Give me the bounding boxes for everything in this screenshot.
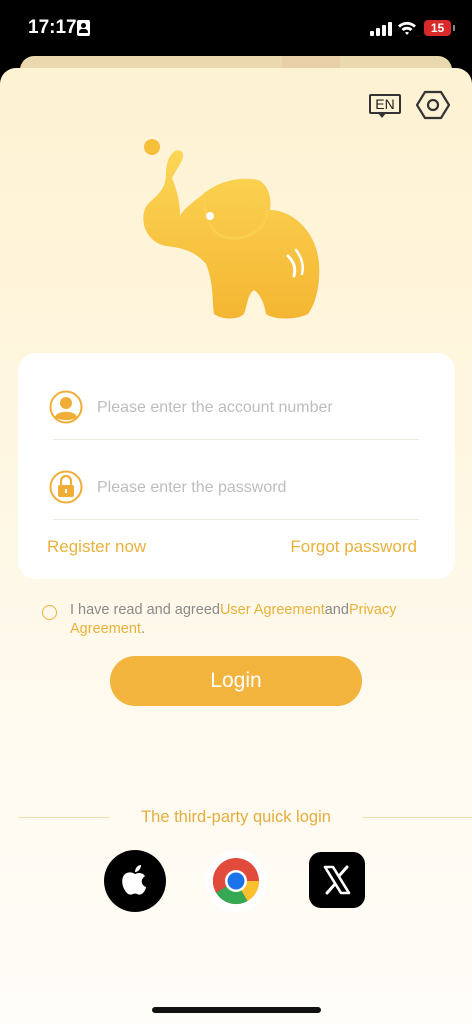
status-time: 17:17 bbox=[28, 17, 77, 38]
agreement-row: I have read and agreedUser AgreementandP… bbox=[42, 601, 442, 639]
speech-tail-icon bbox=[377, 112, 387, 118]
agreement-checkbox[interactable] bbox=[42, 605, 57, 620]
wifi-icon bbox=[398, 21, 416, 35]
login-card: Register now Forgot password bbox=[18, 353, 455, 579]
elephant-logo-icon bbox=[143, 139, 320, 319]
lock-icon bbox=[49, 470, 83, 504]
chrome-icon bbox=[212, 858, 260, 905]
agreement-prefix: I have read and agreed bbox=[70, 602, 220, 618]
apple-login-button[interactable] bbox=[104, 850, 166, 912]
battery-indicator: 15 bbox=[424, 20, 455, 36]
agreement-text: I have read and agreedUser AgreementandP… bbox=[42, 601, 442, 639]
settings-icon[interactable] bbox=[416, 90, 450, 120]
status-bar: 17:17 15 bbox=[0, 0, 472, 58]
third-party-section: The third-party quick login bbox=[0, 806, 472, 830]
user-agreement-link[interactable]: User Agreement bbox=[220, 602, 325, 618]
user-icon bbox=[49, 390, 83, 424]
account-field bbox=[49, 378, 419, 440]
password-field bbox=[49, 458, 419, 520]
login-screen: EN Please enter the account number Regis… bbox=[0, 68, 472, 1024]
apple-icon bbox=[122, 865, 146, 895]
chrome-login-button[interactable] bbox=[205, 850, 267, 912]
agreement-suffix: . bbox=[140, 621, 145, 637]
x-login-button[interactable] bbox=[309, 852, 365, 908]
home-indicator bbox=[152, 1007, 321, 1013]
language-label: EN bbox=[369, 94, 401, 114]
contact-card-icon bbox=[77, 20, 90, 36]
language-button[interactable]: EN bbox=[369, 94, 401, 118]
password-input[interactable] bbox=[97, 474, 417, 502]
cellular-signal-icon bbox=[370, 22, 392, 36]
account-input[interactable] bbox=[97, 394, 417, 422]
x-icon bbox=[323, 865, 351, 895]
agreement-and: and bbox=[324, 602, 349, 618]
register-link[interactable]: Register now bbox=[47, 537, 146, 557]
forgot-password-link[interactable]: Forgot password bbox=[290, 537, 417, 557]
third-party-title: The third-party quick login bbox=[141, 808, 331, 826]
login-button[interactable]: Login bbox=[110, 656, 362, 706]
